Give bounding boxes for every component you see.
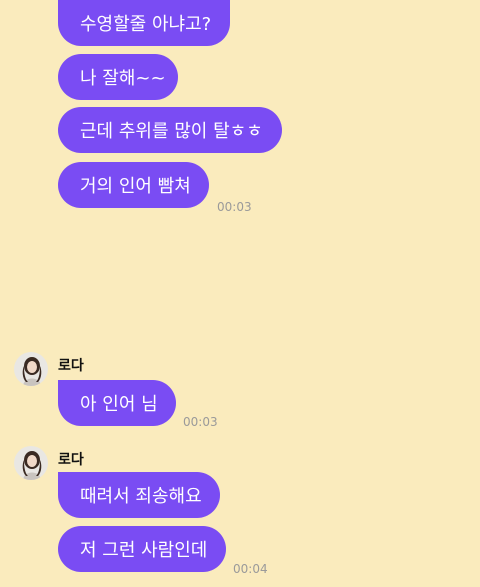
message-bubble[interactable]: 근데 추위를 많이 탈ㅎㅎ (58, 107, 282, 153)
message-bubble[interactable]: 수영할줄 아냐고? (58, 0, 230, 46)
message-text: 저 그런 사람인데 (80, 540, 208, 561)
profile-photo-icon (14, 352, 48, 386)
message-text: 아 인어 님 (80, 394, 158, 415)
message-timestamp: 00:03 (217, 200, 252, 214)
message-timestamp: 00:04 (233, 562, 268, 576)
message-bubble[interactable]: 저 그런 사람인데 (58, 526, 226, 572)
message-text: 거의 인어 빰쳐 (80, 176, 191, 197)
message-bubble[interactable]: 나 잘해~~ (58, 54, 178, 100)
message-text: 근데 추위를 많이 탈ㅎㅎ (80, 121, 263, 142)
message-text: 수영할줄 아냐고? (80, 14, 212, 35)
sender-name: 로다 (58, 452, 84, 468)
message-text: 때려서 죄송해요 (80, 486, 202, 507)
avatar[interactable] (14, 352, 48, 386)
message-timestamp: 00:03 (183, 415, 218, 429)
avatar[interactable] (14, 446, 48, 480)
message-bubble[interactable]: 때려서 죄송해요 (58, 472, 220, 518)
sender-name: 로다 (58, 358, 84, 374)
message-bubble[interactable]: 아 인어 님 (58, 380, 176, 426)
profile-photo-icon (14, 446, 48, 480)
message-bubble[interactable]: 거의 인어 빰쳐 (58, 162, 209, 208)
message-text: 나 잘해~~ (80, 68, 166, 89)
